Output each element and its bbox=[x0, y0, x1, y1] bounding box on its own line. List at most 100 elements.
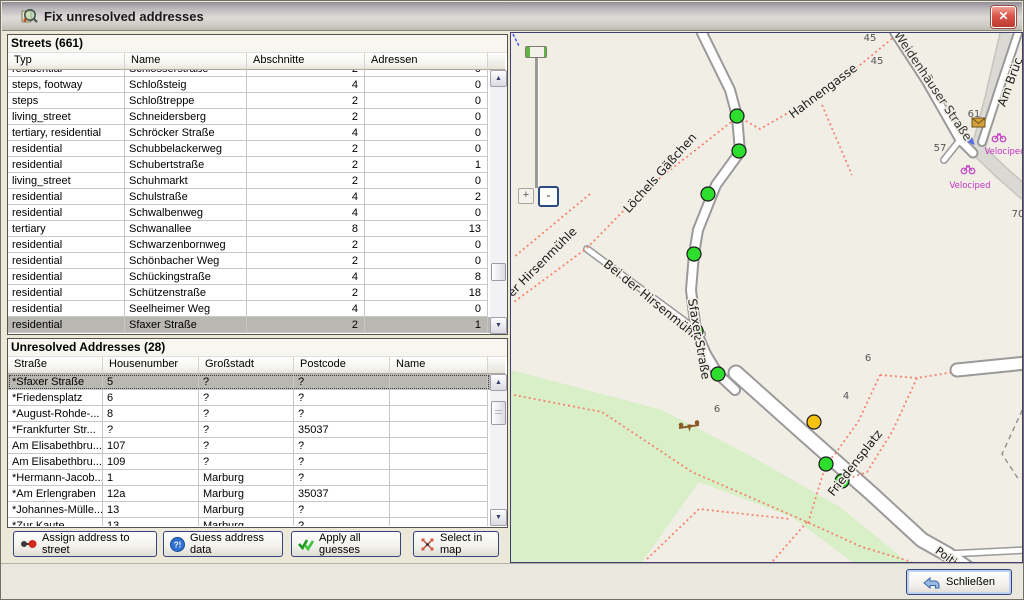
table-row[interactable]: residentialSchulstraße42 bbox=[8, 189, 490, 205]
table-cell bbox=[390, 454, 488, 470]
table-cell: 4 bbox=[247, 269, 365, 285]
select-ways-icon bbox=[420, 537, 435, 552]
table-row[interactable]: *Am Erlengraben12aMarburg35037 bbox=[8, 486, 490, 502]
table-row[interactable]: residentialSchönbacher Weg20 bbox=[8, 253, 490, 269]
scroll-up-icon[interactable]: ▲ bbox=[490, 70, 507, 87]
table-row[interactable]: residentialSchwalbenweg40 bbox=[8, 205, 490, 221]
table-cell: 13 bbox=[365, 221, 488, 237]
guess-address-data-button[interactable]: ?! Guess address data bbox=[163, 531, 283, 557]
table-cell: 107 bbox=[103, 438, 199, 454]
select-in-map-button[interactable]: Select in map bbox=[413, 531, 499, 557]
addresses-header: Straße Housenumber Großstadt Postcode Na… bbox=[8, 357, 507, 374]
streets-col-typ[interactable]: Typ bbox=[8, 53, 125, 70]
table-row[interactable]: living_streetSchuhmarkt20 bbox=[8, 173, 490, 189]
table-cell: 2 bbox=[247, 157, 365, 173]
close-dialog-button[interactable]: Schließen bbox=[906, 569, 1012, 595]
table-cell: *August-Rohde-... bbox=[8, 406, 103, 422]
table-cell: ? bbox=[294, 390, 390, 406]
addresses-scrollbar-thumb[interactable] bbox=[491, 401, 506, 425]
addresses-panel: Unresolved Addresses (28) Straße Housenu… bbox=[7, 338, 508, 528]
addresses-col-grossstadt[interactable]: Großstadt bbox=[199, 357, 294, 374]
table-row[interactable]: residentialSchützenstraße218 bbox=[8, 285, 490, 301]
address-node-pending[interactable] bbox=[807, 415, 821, 429]
table-row[interactable]: tertiarySchwanallee813 bbox=[8, 221, 490, 237]
table-cell bbox=[390, 422, 488, 438]
svg-text:?!: ?! bbox=[174, 540, 182, 549]
select-button-label: Select in map bbox=[440, 532, 492, 556]
table-row[interactable]: stepsSchloßtreppe20 bbox=[8, 93, 490, 109]
table-row[interactable]: *Hermann-Jacob...1Marburg? bbox=[8, 470, 490, 486]
table-cell: ? bbox=[199, 390, 294, 406]
address-node[interactable] bbox=[730, 109, 744, 123]
fix-unresolved-addresses-dialog: Fix unresolved addresses ✕ Streets (661)… bbox=[0, 0, 1024, 600]
table-cell: residential bbox=[8, 317, 125, 333]
table-cell: steps, footway bbox=[8, 77, 125, 93]
table-row[interactable]: residentialSchlosserstraße20 bbox=[8, 70, 490, 77]
table-cell: Sfaxer Straße bbox=[125, 317, 247, 333]
window-title: Fix unresolved addresses bbox=[44, 9, 204, 24]
scroll-down-icon[interactable]: ▼ bbox=[490, 509, 507, 526]
scroll-up-icon[interactable]: ▲ bbox=[490, 374, 507, 391]
table-cell bbox=[390, 390, 488, 406]
address-node[interactable] bbox=[687, 247, 701, 261]
addresses-scrollbar[interactable]: ▲ ▼ bbox=[490, 374, 507, 526]
table-row[interactable]: *Friedensplatz6?? bbox=[8, 390, 490, 406]
table-row[interactable]: Am Elisabethbru...109?? bbox=[8, 454, 490, 470]
table-cell: 0 bbox=[365, 205, 488, 221]
address-node[interactable] bbox=[732, 144, 746, 158]
table-cell: residential bbox=[8, 253, 125, 269]
address-node[interactable] bbox=[701, 187, 715, 201]
assign-address-to-street-button[interactable]: Assign address to street bbox=[13, 531, 157, 557]
map-pane[interactable]: Hahnengasse Löchels Gäßchen Bei der Hirs… bbox=[510, 32, 1023, 563]
address-node[interactable] bbox=[819, 457, 833, 471]
table-cell: 5 bbox=[103, 374, 199, 390]
table-cell bbox=[390, 406, 488, 422]
close-icon[interactable]: ✕ bbox=[991, 6, 1016, 28]
title-bar[interactable]: Fix unresolved addresses ✕ bbox=[2, 2, 1022, 31]
table-cell: ? bbox=[294, 374, 390, 390]
zoom-out-icon[interactable]: - bbox=[538, 186, 559, 207]
table-row[interactable]: residentialSchückingstraße48 bbox=[8, 269, 490, 285]
table-row[interactable]: residentialSchwarzenbornweg20 bbox=[8, 237, 490, 253]
table-cell: ? bbox=[199, 422, 294, 438]
table-row[interactable]: steps, footwaySchloßsteig40 bbox=[8, 77, 490, 93]
streets-scrollbar[interactable]: ▲ ▼ bbox=[490, 70, 507, 334]
table-cell: 2 bbox=[247, 141, 365, 157]
scroll-down-icon[interactable]: ▼ bbox=[490, 317, 507, 334]
table-cell: Schwalbenweg bbox=[125, 205, 247, 221]
table-row[interactable]: *Frankfurter Str...??35037 bbox=[8, 422, 490, 438]
table-row[interactable]: living_streetSchneidersberg20 bbox=[8, 109, 490, 125]
addresses-col-name[interactable]: Name bbox=[390, 357, 488, 374]
addresses-col-postcode[interactable]: Postcode bbox=[294, 357, 390, 374]
streets-scrollbar-thumb[interactable] bbox=[491, 263, 506, 281]
table-row[interactable]: *August-Rohde-...8?? bbox=[8, 406, 490, 422]
zoom-slider-track[interactable] bbox=[535, 52, 539, 188]
table-row[interactable]: residentialSchubertstraße21 bbox=[8, 157, 490, 173]
table-row[interactable]: *Sfaxer Straße5?? bbox=[8, 374, 490, 390]
table-row[interactable]: Am Elisabethbru...107?? bbox=[8, 438, 490, 454]
table-cell bbox=[390, 374, 488, 390]
table-cell: ? bbox=[294, 470, 390, 486]
table-row[interactable]: tertiary, residentialSchröcker Straße40 bbox=[8, 125, 490, 141]
streets-col-abschnitte[interactable]: Abschnitte bbox=[247, 53, 365, 70]
zoom-slider-handle[interactable] bbox=[525, 46, 547, 58]
table-cell: Schuhmarkt bbox=[125, 173, 247, 189]
table-cell: Marburg bbox=[199, 502, 294, 518]
table-cell: 2 bbox=[247, 70, 365, 77]
apply-all-guesses-button[interactable]: Apply all guesses bbox=[291, 531, 401, 557]
table-row[interactable]: *Zur Kaute13Marburg? bbox=[8, 518, 490, 526]
table-cell: living_street bbox=[8, 173, 125, 189]
addresses-col-housenumber[interactable]: Housenumber bbox=[103, 357, 199, 374]
table-row[interactable]: residentialSeelheimer Weg40 bbox=[8, 301, 490, 317]
table-row[interactable]: residentialSchubbelackerweg20 bbox=[8, 141, 490, 157]
table-cell: residential bbox=[8, 301, 125, 317]
zoom-in-icon[interactable]: + bbox=[518, 188, 534, 204]
table-row[interactable]: *Johannes-Mülle...13Marburg? bbox=[8, 502, 490, 518]
streets-col-name[interactable]: Name bbox=[125, 53, 247, 70]
table-row[interactable]: residentialSfaxer Straße21 bbox=[8, 317, 490, 333]
table-cell: *Sfaxer Straße bbox=[8, 374, 103, 390]
streets-col-adressen[interactable]: Adressen bbox=[365, 53, 488, 70]
table-cell: *Friedensplatz bbox=[8, 390, 103, 406]
addresses-col-strasse[interactable]: Straße bbox=[8, 357, 103, 374]
table-cell: living_street bbox=[8, 109, 125, 125]
